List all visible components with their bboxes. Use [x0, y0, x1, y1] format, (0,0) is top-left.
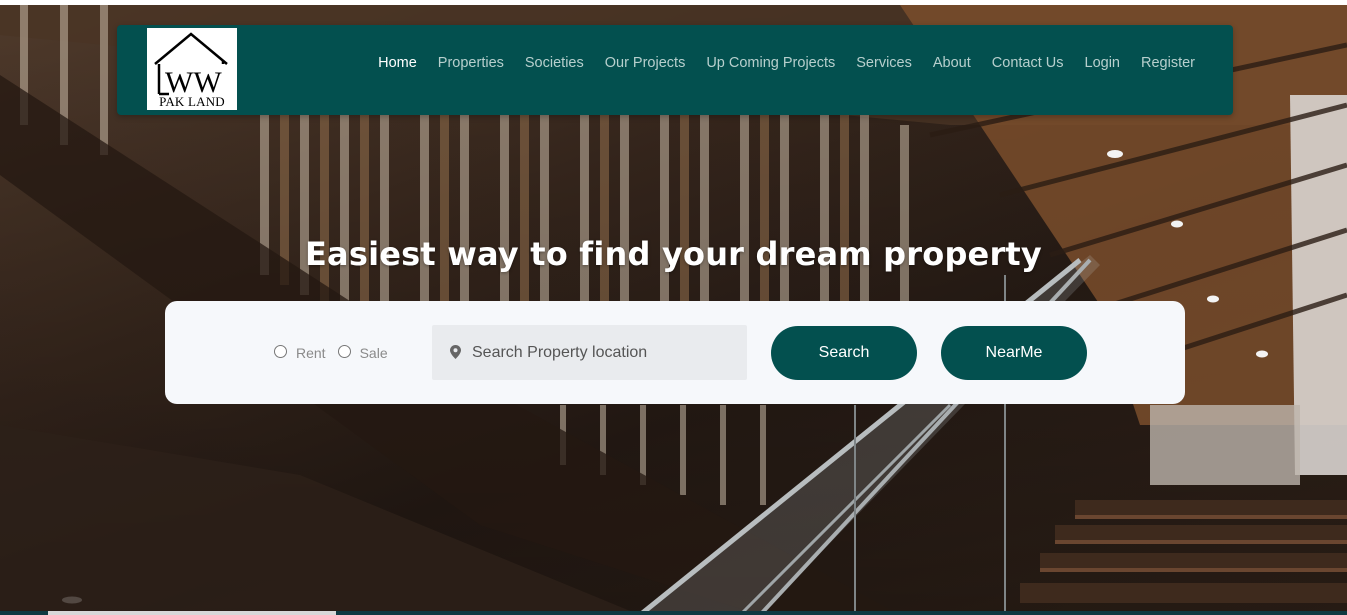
main-navbar: WW PAK LAND Home Properties Societies Ou…	[117, 25, 1233, 115]
nav-link-services[interactable]: Services	[856, 55, 912, 71]
listing-type-radio-group: Rent Sale	[274, 343, 400, 361]
site-logo[interactable]: WW PAK LAND	[147, 28, 237, 110]
rent-radio-label[interactable]: Rent	[296, 345, 326, 361]
nav-link-login[interactable]: Login	[1085, 55, 1120, 71]
nav-link-properties[interactable]: Properties	[438, 55, 504, 71]
nav-link-upcoming-projects[interactable]: Up Coming Projects	[706, 55, 835, 71]
nav-link-register[interactable]: Register	[1141, 55, 1195, 71]
sale-radio[interactable]	[337, 344, 351, 358]
nav-link-contact-us[interactable]: Contact Us	[992, 55, 1064, 71]
nav-link-about[interactable]: About	[933, 55, 971, 71]
hero-section: WW PAK LAND Home Properties Societies Ou…	[0, 5, 1347, 615]
property-search-panel: Rent Sale Search NearMe	[165, 301, 1185, 404]
near-me-button[interactable]: NearMe	[941, 326, 1087, 380]
location-search-input[interactable]	[472, 325, 737, 380]
location-search-field[interactable]	[432, 325, 747, 380]
sale-radio-label[interactable]: Sale	[360, 345, 388, 361]
hero-headline: Easiest way to find your dream property	[304, 235, 1042, 274]
map-pin-icon	[450, 345, 461, 359]
search-button[interactable]: Search	[771, 326, 917, 380]
logo-subtext: PAK LAND	[159, 94, 225, 109]
nav-link-societies[interactable]: Societies	[525, 55, 584, 71]
nav-link-home[interactable]: Home	[378, 55, 417, 71]
scroll-indicator	[48, 611, 336, 615]
rent-radio[interactable]	[274, 344, 287, 358]
nav-menu: Home Properties Societies Our Projects U…	[378, 55, 1195, 71]
nav-link-our-projects[interactable]: Our Projects	[605, 55, 686, 71]
